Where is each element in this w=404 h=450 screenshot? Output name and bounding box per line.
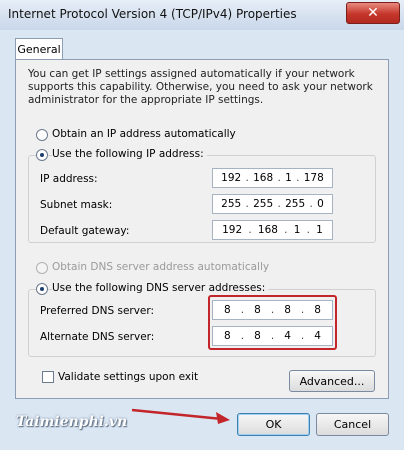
validate-settings-checkbox[interactable] (42, 371, 54, 383)
use-following-ip-label: Use the following IP address: (52, 148, 207, 160)
ok-button[interactable]: OK (237, 413, 310, 436)
obtain-ip-auto-label: Obtain an IP address automatically (52, 128, 236, 140)
subnet-octet-2: 255 (253, 198, 274, 210)
ip-octet-2: 168 (253, 172, 274, 184)
subnet-mask-label: Subnet mask: (40, 199, 113, 211)
dns-highlight-box (208, 295, 337, 350)
default-gateway-label: Default gateway: (40, 225, 130, 237)
ip-address-label: IP address: (40, 173, 98, 185)
obtain-dns-auto-radio[interactable] (36, 262, 48, 274)
title-bar: Internet Protocol Version 4 (TCP/IPv4) P… (0, 0, 404, 31)
ip-octet-4: 178 (303, 172, 324, 184)
obtain-dns-auto-label: Obtain DNS server address automatically (52, 261, 270, 273)
gateway-octet-3: 1 (293, 224, 301, 236)
ip-address-input[interactable]: 192. 168. 1. 178 (212, 168, 333, 188)
window-title: Internet Protocol Version 4 (TCP/IPv4) P… (8, 7, 297, 21)
preferred-dns-label: Preferred DNS server: (40, 305, 155, 317)
description-text: You can get IP settings assigned automat… (28, 68, 373, 106)
advanced-button[interactable]: Advanced... (289, 370, 375, 392)
subnet-octet-4: 0 (317, 198, 324, 210)
use-following-ip-radio[interactable] (36, 149, 48, 161)
subnet-octet-1: 255 (221, 198, 242, 210)
use-following-dns-label: Use the following DNS server addresses: (52, 282, 269, 294)
subnet-mask-input[interactable]: 255. 255. 255. 0 (212, 194, 333, 214)
close-button[interactable]: ✕ (346, 2, 400, 24)
ip-octet-3: 1 (285, 172, 292, 184)
gateway-octet-2: 168 (257, 224, 278, 236)
use-following-dns-radio[interactable] (36, 283, 48, 295)
pointer-arrow-icon (131, 408, 230, 424)
subnet-octet-3: 255 (285, 198, 306, 210)
watermark-logo: Taimienphi.vn (16, 414, 128, 430)
default-gateway-input[interactable]: 192. 168. 1. 1 (212, 220, 333, 240)
validate-settings-label: Validate settings upon exit (58, 371, 199, 383)
obtain-ip-auto-radio[interactable] (36, 129, 48, 141)
cancel-button[interactable]: Cancel (316, 413, 389, 436)
tab-general[interactable]: General (15, 38, 63, 60)
gateway-octet-1: 192 (222, 224, 243, 236)
alternate-dns-label: Alternate DNS server: (40, 331, 155, 343)
gateway-octet-4: 1 (316, 224, 323, 236)
ip-octet-1: 192 (221, 172, 242, 184)
close-icon: ✕ (367, 5, 379, 21)
